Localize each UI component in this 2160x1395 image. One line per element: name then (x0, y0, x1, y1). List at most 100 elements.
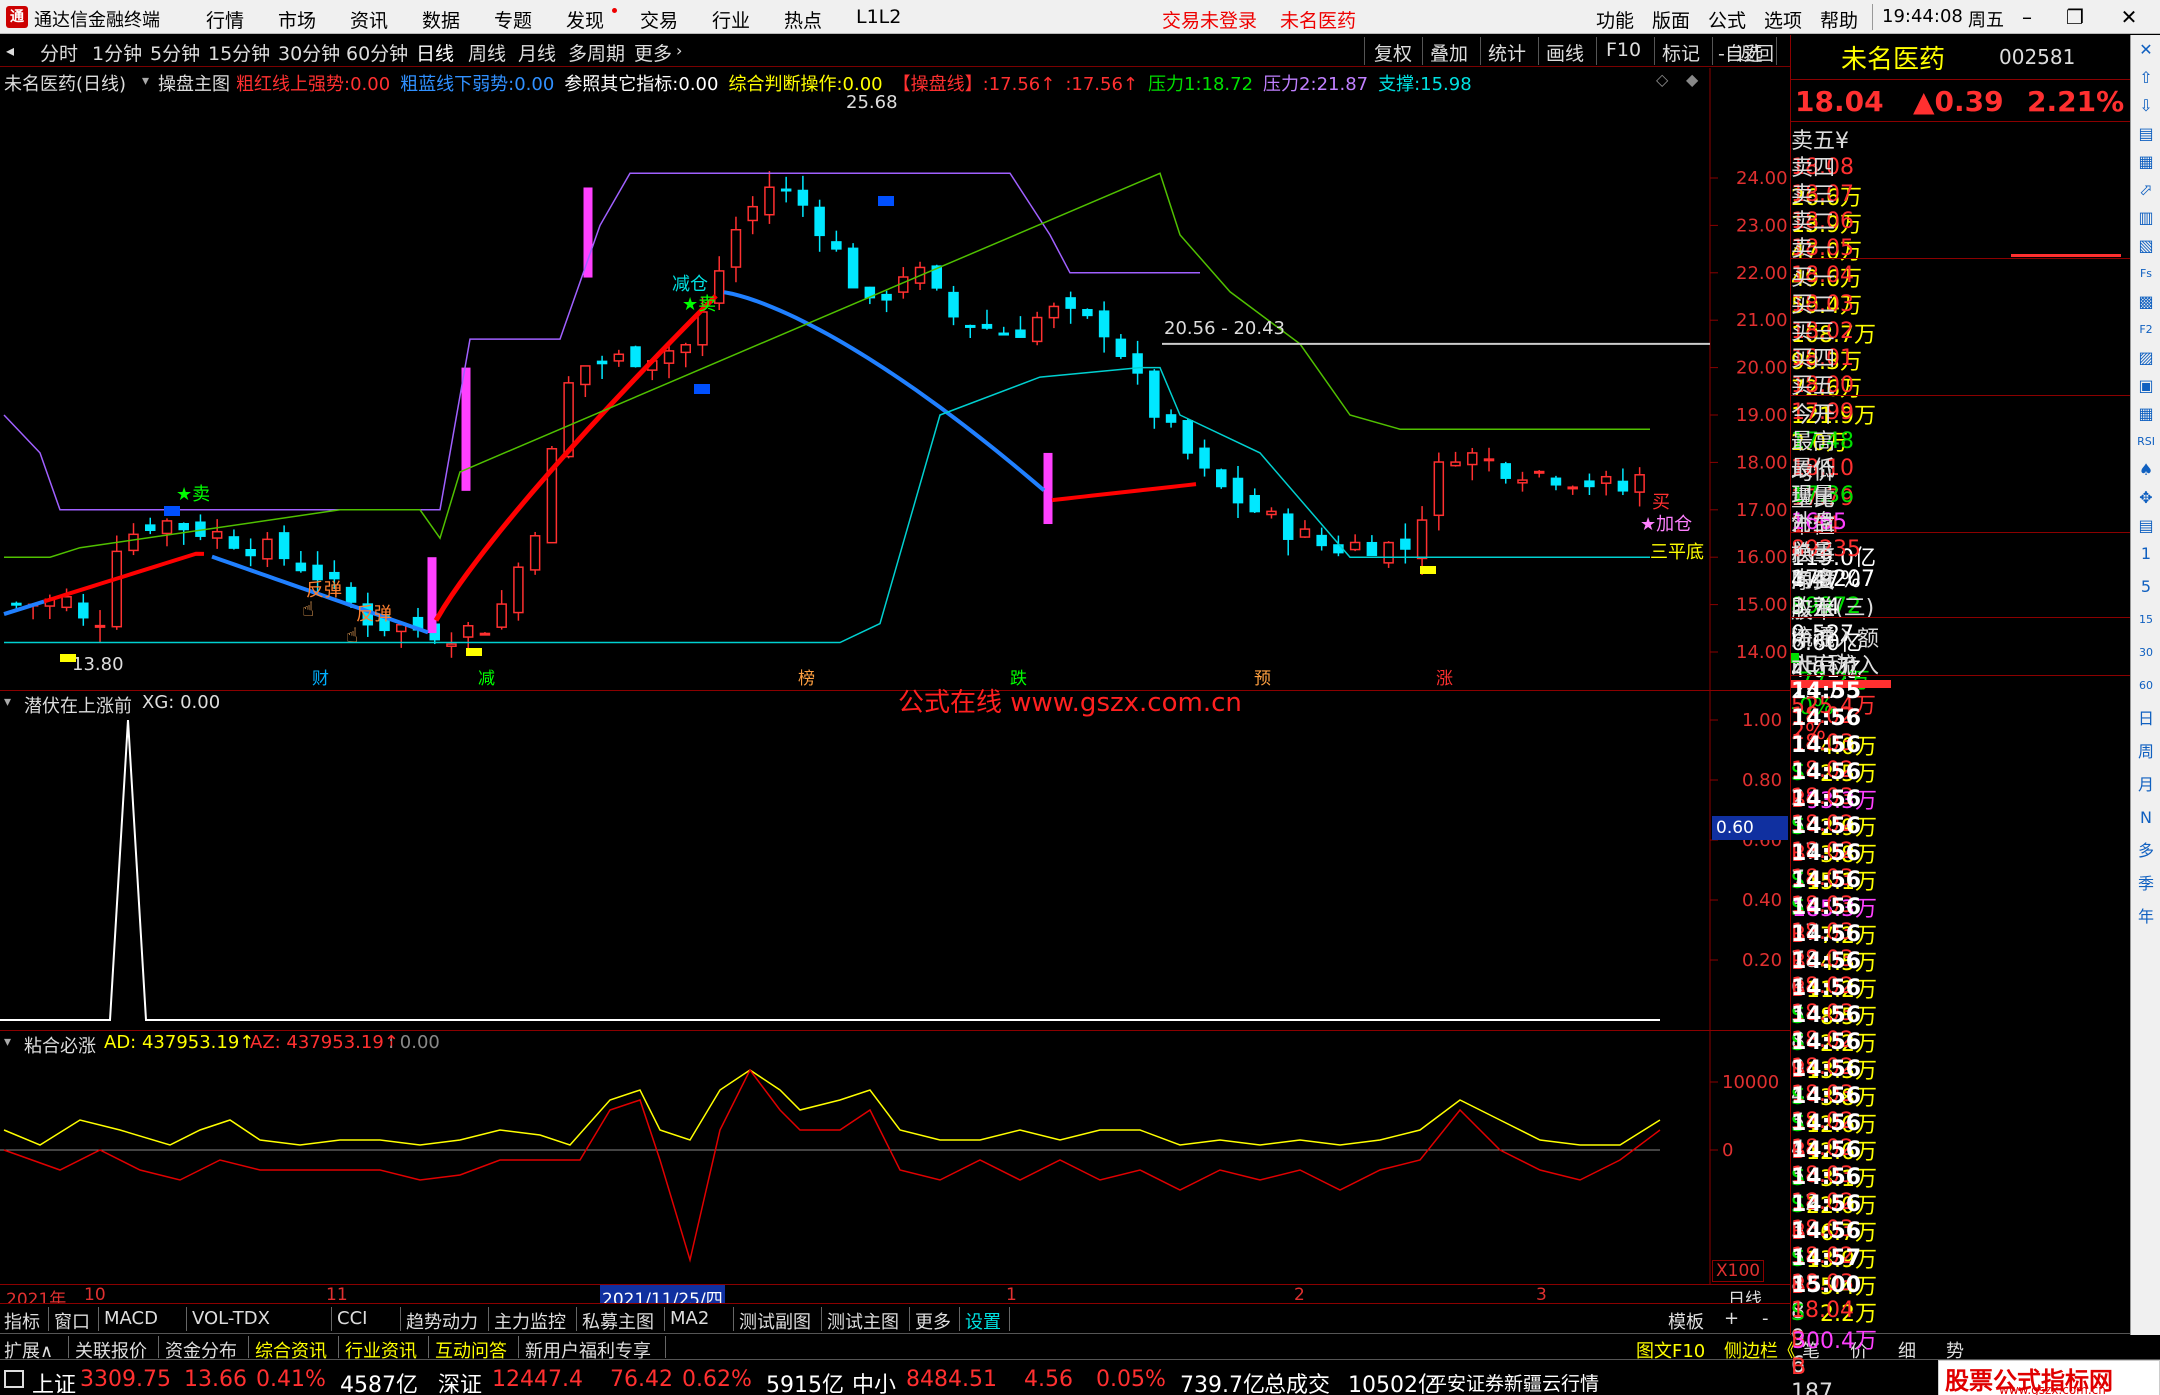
indicator-tab[interactable]: 趋势动力 (406, 1308, 478, 1334)
period-15min[interactable]: 15分钟 (208, 39, 270, 66)
period-shortcut-icon[interactable]: 5 (2135, 576, 2157, 598)
side-tool-icon[interactable]: ♠ (2135, 459, 2157, 481)
tool-f10[interactable]: F10 (1606, 39, 1641, 61)
menu-function[interactable]: 功能 (1596, 6, 1634, 33)
side-tool-icon[interactable]: ▤ (2135, 515, 2157, 537)
period-shortcut-icon[interactable]: 60 (2135, 675, 2157, 697)
indicator-tab[interactable]: 设置 (965, 1308, 1001, 1334)
menu-formula[interactable]: 公式 (1708, 6, 1746, 33)
side-tool-icon[interactable]: 多 (2135, 840, 2157, 862)
indicator-tab[interactable]: 测试副图 (739, 1308, 811, 1334)
side-tool-icon[interactable]: N (2135, 807, 2157, 829)
side-tool-icon[interactable]: ▤ (2135, 123, 2157, 145)
menu-options[interactable]: 选项 (1764, 6, 1802, 33)
side-tool-icon[interactable]: Fs (2135, 263, 2157, 285)
indicator-tab[interactable]: 私募主图 (582, 1308, 654, 1334)
period-monthly[interactable]: 月线 (518, 39, 556, 66)
minimize-icon[interactable]: – (2012, 4, 2042, 30)
side-tool-icon[interactable]: ✥ (2135, 487, 2157, 509)
period-more[interactable]: 更多 (634, 39, 672, 66)
indicator-tab[interactable]: 主力监控 (494, 1308, 566, 1334)
indicator-tab[interactable]: CCI (337, 1308, 367, 1329)
period-daily[interactable]: 日线 (416, 39, 454, 66)
template-button[interactable]: 模板 (1668, 1308, 1704, 1334)
menu-layout[interactable]: 版面 (1652, 6, 1690, 33)
candle-down (1400, 538, 1411, 550)
highlight-candle (583, 187, 593, 278)
side-tool-icon[interactable]: 年 (2135, 906, 2157, 928)
candle-down (295, 562, 307, 572)
side-tool-icon[interactable]: ✕ (2135, 39, 2157, 61)
candle-up (94, 624, 106, 628)
tool-adjust[interactable]: 复权 (1374, 39, 1412, 66)
candle-down (1500, 463, 1512, 479)
side-tool-icon[interactable]: ▥ (2135, 207, 2157, 229)
tool-overlay[interactable]: 叠加 (1430, 39, 1468, 66)
login-status[interactable]: 交易未登录 (1162, 6, 1257, 33)
main-candlestick-chart[interactable]: 24.00 23.00 22.00 21.00 20.00 19.00 18.00 17.00… (0, 68, 1790, 690)
indicator-tab[interactable]: 窗口 (54, 1308, 90, 1334)
menu-quotes[interactable]: 行情 (206, 6, 244, 33)
zoom-in-button[interactable]: + (1724, 1308, 1739, 1329)
index-name[interactable]: 上证 (32, 1367, 76, 1395)
menu-l1l2[interactable]: L1L2 (856, 6, 901, 28)
menu-hot[interactable]: 热点 (784, 6, 822, 33)
indicator-tab[interactable]: MA2 (670, 1308, 709, 1329)
candle-down (178, 522, 189, 531)
period-shortcut-icon[interactable]: 1 (2135, 543, 2157, 565)
menu-news[interactable]: 资讯 (350, 6, 388, 33)
menu-data[interactable]: 数据 (422, 6, 460, 33)
side-tool-icon[interactable]: ⇩ (2135, 95, 2157, 117)
indicator-tab[interactable]: 更多 (915, 1308, 951, 1334)
period-intraday[interactable]: 分时 (40, 39, 78, 66)
side-tool-icon[interactable]: ⬀ (2135, 179, 2157, 201)
side-tool-icon[interactable]: ▧ (2135, 235, 2157, 257)
side-tool-icon[interactable]: 季 (2135, 873, 2157, 895)
period-shortcut-icon[interactable]: 15 (2135, 609, 2157, 631)
indicator-tab[interactable]: 测试主图 (827, 1308, 899, 1334)
indicator-tab[interactable]: VOL-TDX (192, 1308, 270, 1329)
period-60min[interactable]: 60分钟 (346, 39, 408, 66)
tool-return[interactable]: 返回 (1736, 39, 1774, 66)
side-tool-icon[interactable]: 周 (2135, 741, 2157, 763)
period-shortcut-icon[interactable]: 30 (2135, 642, 2157, 664)
indicator-tab[interactable]: 指标 (4, 1308, 40, 1334)
period-multi[interactable]: 多周期 (568, 39, 625, 66)
period-weekly[interactable]: 周线 (468, 39, 506, 66)
sub1-chart[interactable]: 1.00 0.80 0.60 0.40 0.20 (0, 690, 1790, 1030)
side-tool-icon[interactable]: ▩ (2135, 291, 2157, 313)
menu-discover[interactable]: 发现 (566, 6, 604, 33)
side-tool-icon[interactable]: 月 (2135, 774, 2157, 796)
back-arrow-icon[interactable]: ◂ (6, 41, 24, 61)
index-name[interactable]: 深证 (438, 1367, 482, 1395)
period-30min[interactable]: 30分钟 (278, 39, 340, 66)
side-tool-icon[interactable]: ▦ (2135, 151, 2157, 173)
period-1min[interactable]: 1分钟 (92, 39, 142, 66)
index-name[interactable]: 中小 (852, 1367, 896, 1395)
tick-time: 14:56 (1791, 787, 1862, 812)
side-tool-icon[interactable]: ⇧ (2135, 67, 2157, 89)
tool-draw[interactable]: 画线 (1546, 39, 1584, 66)
side-tool-icon[interactable]: ▣ (2135, 375, 2157, 397)
side-tool-icon[interactable]: F2 (2135, 319, 2157, 341)
menu-trade[interactable]: 交易 (640, 6, 678, 33)
menu-topics[interactable]: 专题 (494, 6, 532, 33)
side-tool-icon[interactable]: RSI (2135, 431, 2157, 453)
tool-mark[interactable]: 标记 (1662, 39, 1700, 66)
close-icon[interactable]: ✕ (2114, 4, 2144, 30)
side-tool-icon[interactable]: ▦ (2135, 403, 2157, 425)
side-tool-icon[interactable]: ▨ (2135, 347, 2157, 369)
zoom-out-button[interactable]: - (1762, 1308, 1769, 1329)
restore-icon[interactable]: ❐ (2060, 4, 2090, 30)
index-pct: 0.62% (682, 1367, 752, 1392)
period-5min[interactable]: 5分钟 (150, 39, 200, 66)
menu-industry[interactable]: 行业 (712, 6, 750, 33)
candle-down (1366, 541, 1378, 557)
tool-stats[interactable]: 统计 (1488, 39, 1526, 66)
side-tool-icon[interactable]: 日 (2135, 708, 2157, 730)
menu-help[interactable]: 帮助 (1820, 6, 1858, 33)
menu-market[interactable]: 市场 (278, 6, 316, 33)
indicator-tab[interactable]: MACD (104, 1308, 158, 1329)
sub2-chart[interactable]: 10000 0 (0, 1030, 1790, 1284)
signal-block (164, 506, 180, 516)
